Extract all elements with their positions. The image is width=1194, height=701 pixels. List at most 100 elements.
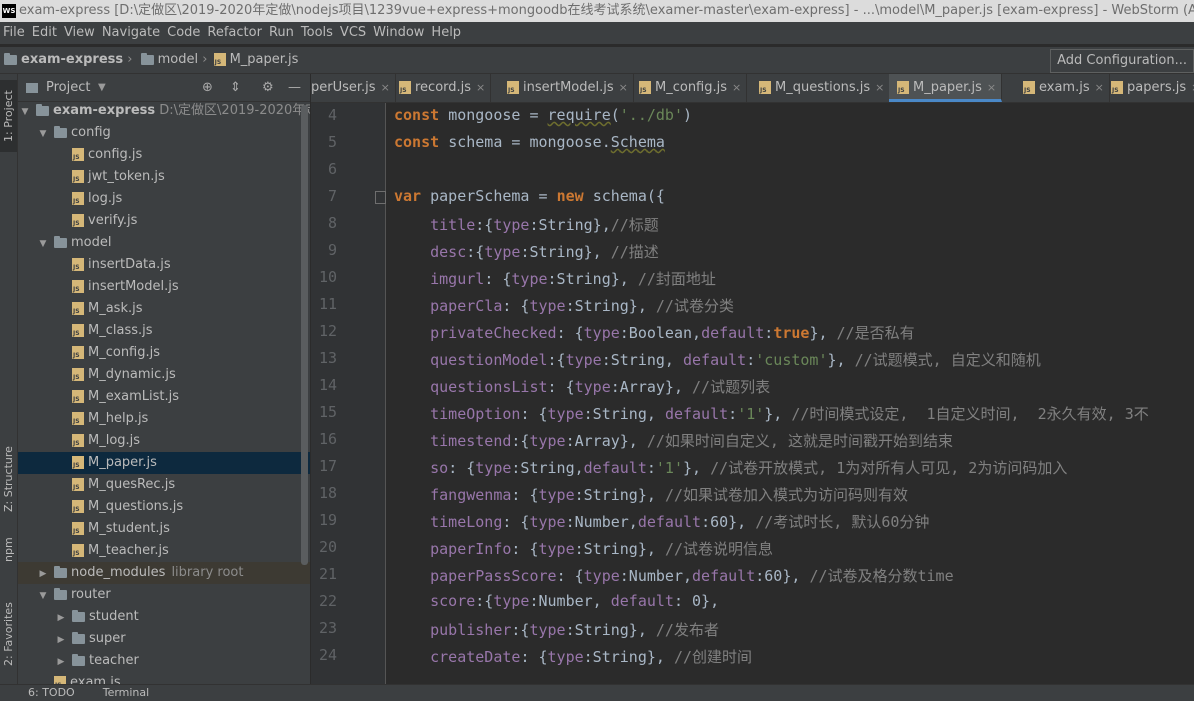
tool-window-favorites[interactable]: 2: Favorites	[0, 594, 17, 674]
tree-file[interactable]: M_config.js	[18, 342, 310, 364]
breadcrumb-file[interactable]: M_paper.js	[230, 52, 299, 67]
tree-folder[interactable]: ▼ router	[18, 584, 310, 606]
hide-panel-icon[interactable]: —	[288, 74, 301, 101]
tree-file[interactable]: config.js	[18, 144, 310, 166]
tree-file[interactable]: verify.js	[18, 210, 310, 232]
locate-icon[interactable]: ⊕	[202, 74, 213, 101]
code-line[interactable]: publisher:{type:String}, //发布者	[394, 619, 719, 640]
menu-file[interactable]: File	[0, 22, 29, 44]
tree-file[interactable]: M_help.js	[18, 408, 310, 430]
breadcrumb-folder[interactable]: model	[158, 52, 198, 67]
code-line[interactable]: title:{type:String},//标题	[394, 214, 659, 235]
code-line[interactable]: imgurl: {type:String}, //封面地址	[394, 268, 716, 289]
tree-file[interactable]: insertModel.js	[18, 276, 310, 298]
tree-file[interactable]: insertData.js	[18, 254, 310, 276]
menu-view[interactable]: View	[61, 22, 99, 44]
menu-window[interactable]: Window	[370, 22, 428, 44]
code-line[interactable]: timeOption: {type:String, default:'1'}, …	[394, 403, 1149, 424]
tree-folder[interactable]: ▼ config	[18, 122, 310, 144]
code-token: type	[538, 486, 575, 504]
menu-run[interactable]: Run	[266, 22, 298, 44]
close-icon[interactable]: ×	[381, 81, 390, 94]
chevron-right-icon[interactable]: ▶	[54, 629, 68, 651]
code-editor[interactable]: const mongoose = require('../db') const s…	[386, 103, 1194, 700]
close-icon[interactable]: ×	[875, 81, 884, 94]
breadcrumb-project[interactable]: exam-express	[21, 52, 123, 67]
code-line[interactable]: privateChecked: {type:Boolean,default:tr…	[394, 322, 914, 343]
tree-file[interactable]: M_teacher.js	[18, 540, 310, 562]
code-line[interactable]: fangwenma: {type:String}, //如果试卷加入模式为访问码…	[394, 484, 908, 505]
code-line[interactable]: paperPassScore: {type:Number,default:60}…	[394, 565, 954, 586]
tree-folder[interactable]: ▶ super	[18, 628, 310, 650]
chevron-down-icon[interactable]: ▼	[36, 585, 50, 607]
menu-code[interactable]: Code	[164, 22, 204, 44]
editor-tab[interactable]: perUser.js ×	[311, 74, 396, 102]
code-line[interactable]: const mongoose = require('../db')	[394, 106, 692, 124]
code-token: timeLong	[430, 513, 503, 531]
collapse-all-icon[interactable]: ⇕	[230, 74, 241, 101]
chevron-down-icon[interactable]: ▼	[98, 74, 106, 101]
code-line[interactable]: paperInfo: {type:String}, //试卷说明信息	[394, 538, 773, 559]
fold-marker-icon[interactable]	[375, 191, 386, 204]
editor-tab[interactable]: insertModel.js ×	[499, 74, 634, 102]
chevron-right-icon[interactable]: ▶	[36, 563, 50, 585]
menu-help[interactable]: Help	[428, 22, 465, 44]
tree-file[interactable]: M_examList.js	[18, 386, 310, 408]
tree-file[interactable]: M_paper.js	[18, 452, 310, 474]
editor-tab[interactable]: exam.js×	[1015, 74, 1110, 102]
editor-tab[interactable]: papers.js×	[1103, 74, 1194, 102]
menu-vcs[interactable]: VCS	[337, 22, 370, 44]
add-configuration-button[interactable]: Add Configuration...	[1050, 49, 1194, 73]
chevron-right-icon[interactable]: ▶	[54, 607, 68, 629]
code-line[interactable]: timeLong: {type:Number,default:60}, //考试…	[394, 511, 929, 532]
tree-file[interactable]: M_quesRec.js	[18, 474, 310, 496]
project-view-title[interactable]: Project	[46, 74, 90, 101]
todo-tool-button[interactable]: 6: TODO	[28, 685, 75, 701]
editor-tab[interactable]: M_paper.js ×	[889, 74, 1003, 102]
close-icon[interactable]: ×	[987, 81, 996, 94]
code-line[interactable]: questionModel:{type:String, default:'cus…	[394, 349, 1041, 370]
chevron-down-icon[interactable]: ▼	[18, 101, 32, 123]
code-line[interactable]: const schema = mongoose.Schema	[394, 133, 665, 151]
code-line[interactable]: createDate: {type:String}, //创建时间	[394, 646, 752, 667]
code-line[interactable]: so: {type:String,default:'1'}, //试卷开放模式,…	[394, 457, 1067, 478]
close-icon[interactable]: ×	[476, 81, 485, 94]
menu-tools[interactable]: Tools	[298, 22, 337, 44]
tree-folder[interactable]: ▼ model	[18, 232, 310, 254]
tool-window-project[interactable]: 1: Project	[0, 80, 17, 152]
tree-file[interactable]: log.js	[18, 188, 310, 210]
tree-folder[interactable]: ▶ teacher	[18, 650, 310, 672]
terminal-tool-button[interactable]: Terminal	[103, 685, 150, 701]
chevron-down-icon[interactable]: ▼	[36, 123, 50, 145]
tree-file[interactable]: M_class.js	[18, 320, 310, 342]
editor-tab[interactable]: M_config.js ×	[631, 74, 748, 102]
tree-root[interactable]: ▼ exam-express D:\定做区\2019-2020年定	[18, 100, 310, 122]
editor-tab[interactable]: record.js ×	[391, 74, 492, 102]
editor-tab[interactable]: M_questions.js ×	[751, 74, 891, 102]
chevron-down-icon[interactable]: ▼	[36, 233, 50, 255]
tree-file[interactable]: M_log.js	[18, 430, 310, 452]
close-icon[interactable]: ×	[732, 81, 741, 94]
gear-icon[interactable]: ⚙	[262, 74, 274, 101]
tool-window-npm[interactable]: npm	[0, 532, 17, 568]
tree-file[interactable]: exam.js	[18, 672, 310, 684]
tree-file[interactable]: M_student.js	[18, 518, 310, 540]
chevron-right-icon[interactable]: ▶	[54, 651, 68, 673]
menu-edit[interactable]: Edit	[29, 22, 61, 44]
tree-folder[interactable]: ▶ node_modules library root	[18, 562, 310, 584]
code-line[interactable]: paperCla: {type:String}, //试卷分类	[394, 295, 734, 316]
menu-refactor[interactable]: Refactor	[204, 22, 266, 44]
code-line[interactable]: questionsList: {type:Array}, //试题列表	[394, 376, 770, 397]
menu-navigate[interactable]: Navigate	[99, 22, 164, 44]
tree-file[interactable]: jwt_token.js	[18, 166, 310, 188]
tree-file[interactable]: M_questions.js	[18, 496, 310, 518]
code-line[interactable]: var paperSchema = new schema({	[394, 187, 665, 205]
close-icon[interactable]: ×	[619, 81, 628, 94]
tree-folder[interactable]: ▶ student	[18, 606, 310, 628]
tree-file[interactable]: M_dynamic.js	[18, 364, 310, 386]
code-line[interactable]: desc:{type:String}, //描述	[394, 241, 659, 262]
code-line[interactable]: score:{type:Number, default: 0},	[394, 592, 719, 610]
code-line[interactable]: timestend:{type:Array}, //如果时间自定义, 这就是时间…	[394, 430, 953, 451]
tool-window-structure[interactable]: Z: Structure	[0, 434, 17, 524]
tree-file[interactable]: M_ask.js	[18, 298, 310, 320]
